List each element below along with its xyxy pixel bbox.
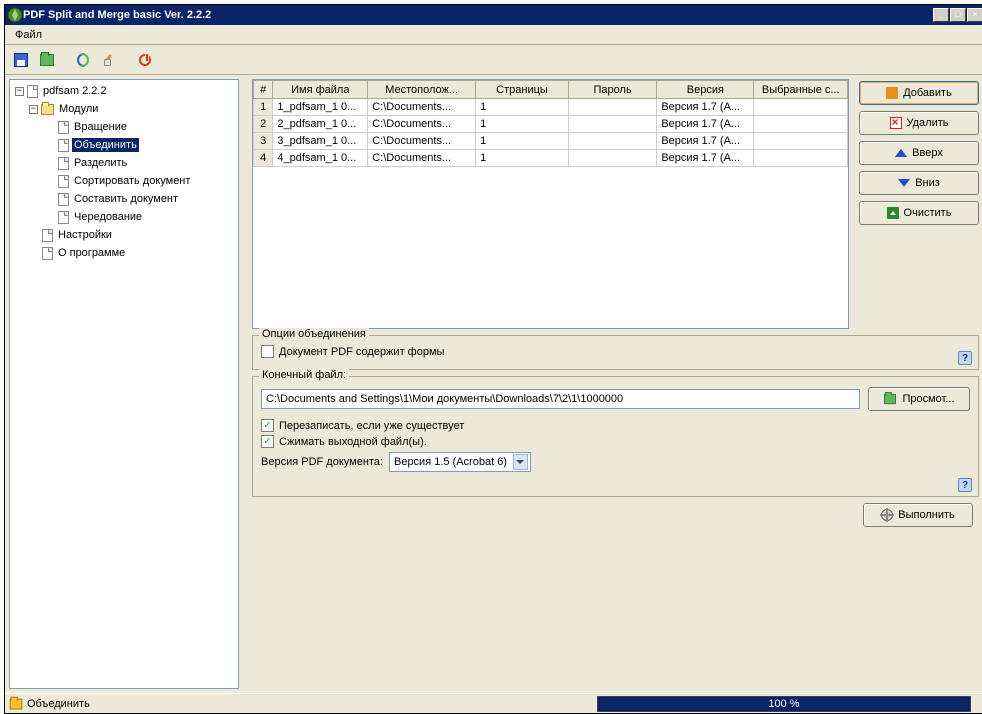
file-table: # Имя файла Местополож... Страницы Парол… (252, 79, 849, 329)
help-icon[interactable]: ? (958, 351, 972, 365)
col-version[interactable]: Версия (657, 81, 754, 99)
page-icon (58, 175, 69, 188)
col-password[interactable]: Пароль (568, 81, 656, 99)
tree-item-split[interactable]: Разделить (12, 154, 236, 172)
col-pages[interactable]: Страницы (476, 81, 569, 99)
merge-options-legend: Опции объединения (259, 328, 369, 340)
page-icon (58, 193, 69, 206)
refresh-button[interactable] (71, 48, 95, 72)
titlebar: PDF Split and Merge basic Ver. 2.2.2 _ □… (5, 5, 982, 25)
tree-settings[interactable]: Настройки (12, 226, 236, 244)
output-legend: Конечный файл: (259, 369, 349, 381)
refresh-icon (76, 53, 90, 67)
tree-item-rotate[interactable]: Вращение (12, 118, 236, 136)
add-icon (886, 87, 898, 99)
splitter[interactable] (243, 79, 248, 689)
toolbar (5, 45, 982, 75)
folder-icon (10, 698, 23, 709)
up-icon (895, 149, 907, 157)
tree-root[interactable]: − pdfsam 2.2.2 (12, 82, 236, 100)
clear-icon (887, 207, 899, 219)
forms-label: Документ PDF содержит формы (279, 346, 444, 358)
tree-item-merge[interactable]: Объединить (12, 136, 236, 154)
tree-about[interactable]: О программе (12, 244, 236, 262)
clear-log-button[interactable] (97, 48, 121, 72)
file-buttons: Добавить Удалить Вверх Вниз Очистить (859, 79, 979, 329)
open-button[interactable] (35, 48, 59, 72)
pdf-version-select[interactable]: Версия 1.5 (Acrobat 6) (389, 452, 531, 472)
menubar: Файл (5, 25, 982, 45)
chevron-down-icon (513, 454, 528, 470)
overwrite-checkbox[interactable]: ✓ (261, 419, 274, 432)
help-icon[interactable]: ? (958, 478, 972, 492)
tree-item-sort[interactable]: Сортировать документ (12, 172, 236, 190)
progress-text: 100 % (768, 698, 799, 710)
col-file[interactable]: Имя файла (273, 81, 368, 99)
maximize-button[interactable]: □ (950, 8, 966, 22)
browse-button[interactable]: Просмот... (868, 387, 970, 411)
sidebar-tree: − pdfsam 2.2.2 − Модули Вращение Объедин… (9, 79, 239, 689)
table-row[interactable]: 33_pdfsam_1 0...C:\Documents...1Версия 1… (254, 133, 848, 150)
tree-item-alternate[interactable]: Чередование (12, 208, 236, 226)
brush-icon (102, 53, 116, 67)
run-button[interactable]: Выполнить (863, 503, 973, 527)
page-icon (42, 247, 53, 260)
power-icon (139, 54, 151, 66)
save-button[interactable] (9, 48, 33, 72)
folder-icon (885, 394, 897, 404)
progress-bar: 100 % (597, 696, 971, 712)
page-icon (42, 229, 53, 242)
statusbar: Объединить 100 % (5, 693, 982, 713)
overwrite-label: Перезаписать, если уже существует (279, 420, 464, 432)
table-row[interactable]: 22_pdfsam_1 0...C:\Documents...1Версия 1… (254, 116, 848, 133)
page-icon (58, 157, 69, 170)
folder-open-icon (40, 54, 54, 66)
page-icon (58, 139, 69, 152)
delete-button[interactable]: Удалить (859, 111, 979, 135)
output-path-input[interactable] (261, 389, 860, 409)
window-title: PDF Split and Merge basic Ver. 2.2.2 (23, 9, 933, 21)
main-panel: # Имя файла Местополож... Страницы Парол… (252, 79, 981, 689)
table-row[interactable]: 44_pdfsam_1 0...C:\Documents...1Версия 1… (254, 150, 848, 167)
up-button[interactable]: Вверх (859, 141, 979, 165)
forms-checkbox[interactable] (261, 345, 274, 358)
compress-checkbox[interactable]: ✓ (261, 435, 274, 448)
collapse-icon[interactable]: − (15, 87, 24, 96)
exit-button[interactable] (133, 48, 157, 72)
app-window: PDF Split and Merge basic Ver. 2.2.2 _ □… (4, 4, 982, 714)
col-location[interactable]: Местополож... (368, 81, 476, 99)
menu-file[interactable]: Файл (9, 27, 48, 43)
page-icon (58, 121, 69, 134)
down-icon (898, 179, 910, 187)
table-header-row: # Имя файла Местополож... Страницы Парол… (254, 81, 848, 99)
close-button[interactable]: × (967, 8, 982, 22)
collapse-icon[interactable]: − (29, 105, 38, 114)
floppy-icon (14, 53, 28, 67)
output-fieldset: Конечный файл: Просмот... ✓ Перезаписать… (252, 376, 979, 497)
clear-button[interactable]: Очистить (859, 201, 979, 225)
gear-icon (881, 509, 893, 521)
app-icon (7, 7, 23, 23)
tree-modules[interactable]: − Модули (12, 100, 236, 118)
status-task: Объединить (27, 698, 90, 710)
page-icon (58, 211, 69, 224)
table-row[interactable]: 11_pdfsam_1 0...C:\Documents...1Версия 1… (254, 99, 848, 116)
delete-icon (890, 117, 902, 129)
col-selected[interactable]: Выбранные с... (754, 81, 848, 99)
col-num[interactable]: # (254, 81, 273, 99)
tree-item-compose[interactable]: Составить документ (12, 190, 236, 208)
compress-label: Сжимать выходной файл(ы). (279, 436, 427, 448)
folder-open-icon (41, 104, 54, 115)
add-button[interactable]: Добавить (859, 81, 979, 105)
down-button[interactable]: Вниз (859, 171, 979, 195)
page-icon (27, 85, 38, 98)
merge-options-fieldset: Опции объединения Документ PDF содержит … (252, 335, 979, 370)
pdf-version-label: Версия PDF документа: (261, 456, 383, 468)
minimize-button[interactable]: _ (933, 8, 949, 22)
